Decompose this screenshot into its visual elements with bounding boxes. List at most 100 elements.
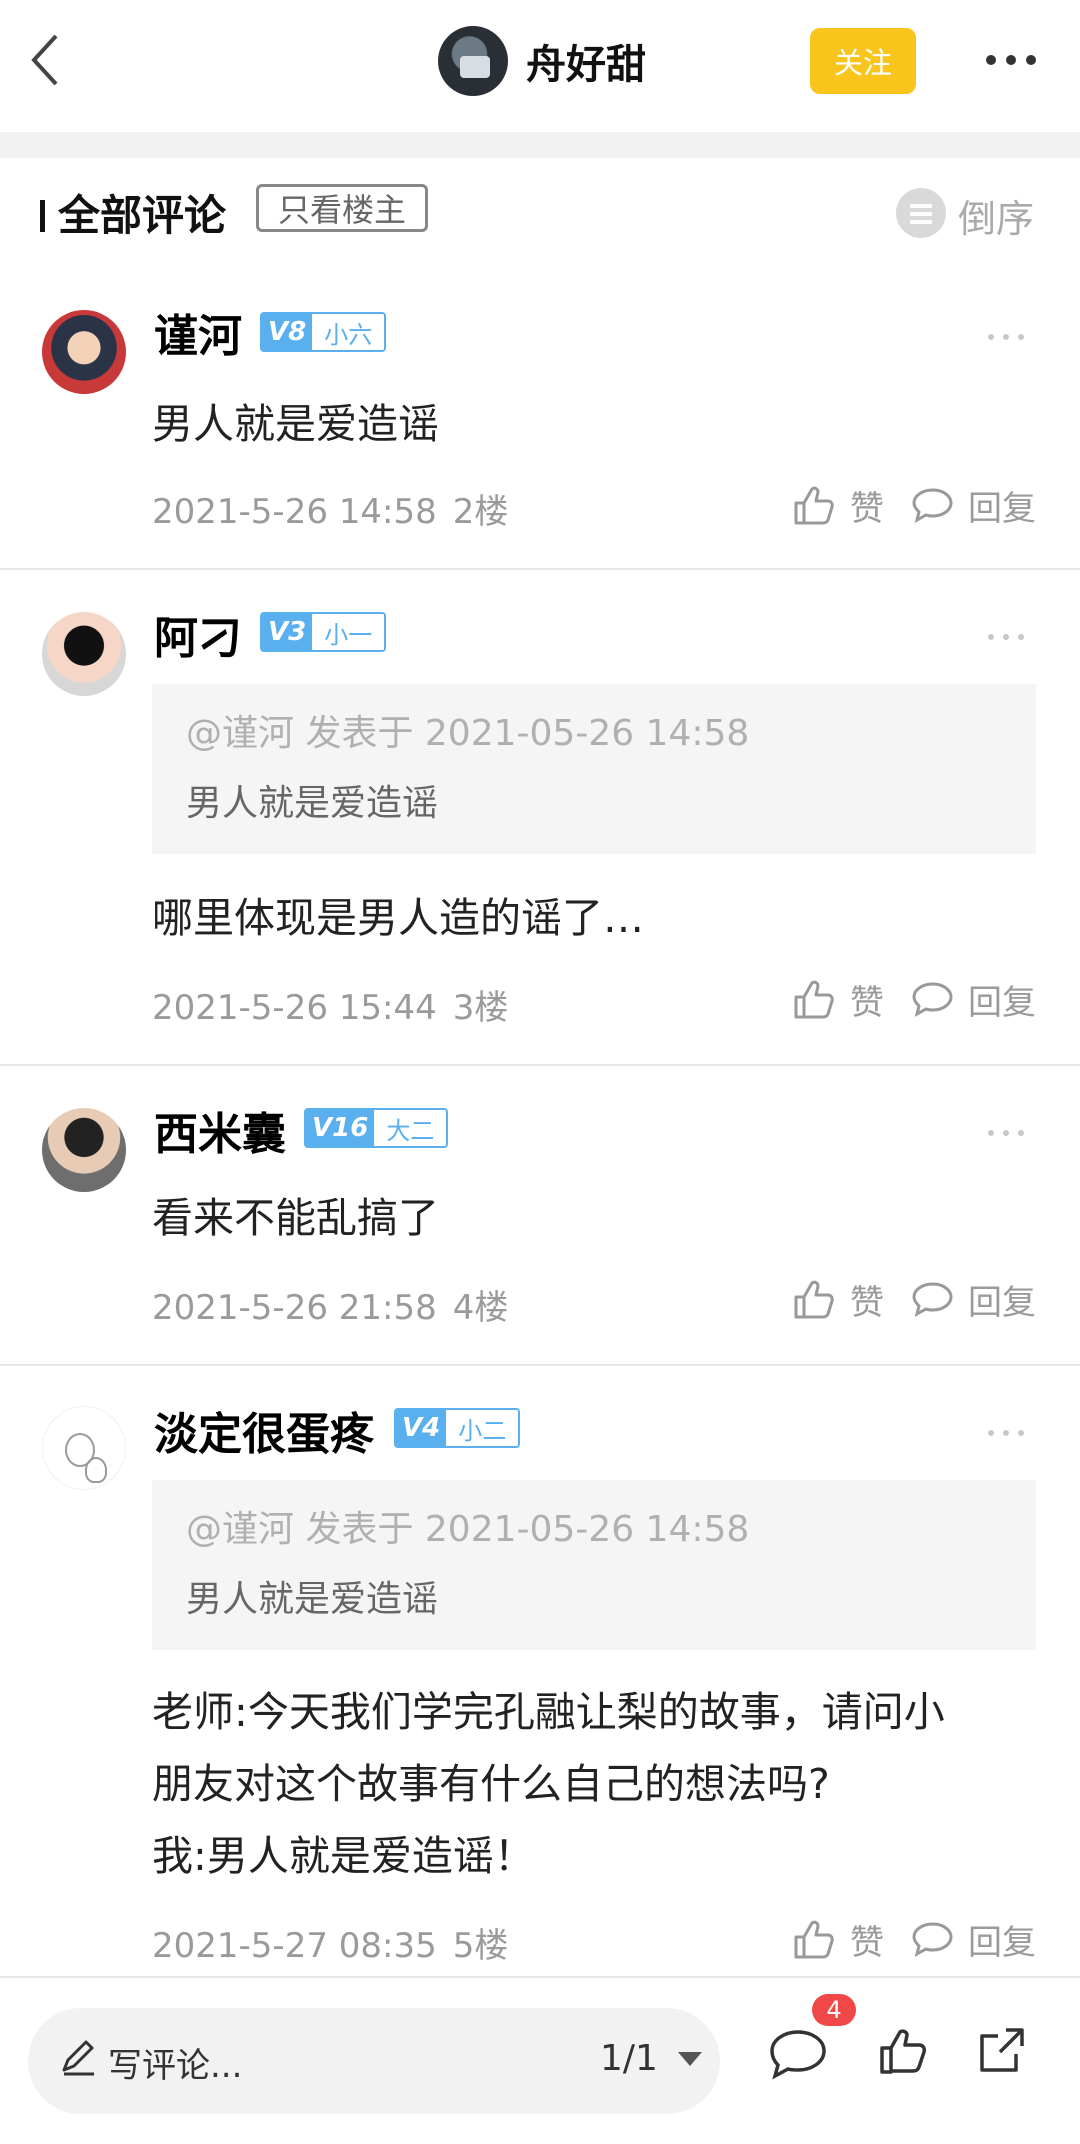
reply-bubble-icon [912, 982, 953, 1017]
floor-number: 2楼 [452, 492, 509, 532]
reply-button[interactable]: 回复 [912, 974, 1036, 1024]
reply-label: 回复 [968, 1922, 1036, 1963]
owner-only-button[interactable]: 只看楼主 [256, 184, 428, 232]
reply-label: 回复 [968, 982, 1036, 1023]
username[interactable]: 谨河 [154, 300, 242, 364]
like-label: 赞 [850, 1282, 884, 1323]
like-button[interactable]: 赞 [792, 1274, 884, 1324]
author-name: 舟好甜 [526, 42, 646, 88]
back-arrow-icon[interactable] [26, 30, 66, 90]
comment-content-line: 老师:今天我们学完孔融让梨的故事，请问小 [152, 1688, 945, 1736]
rank-label: 小二 [446, 1410, 519, 1446]
comment-time: 2021-5-27 08:35 [152, 1926, 437, 1966]
thumbs-up-icon [794, 980, 834, 1019]
comment-meta: 2021-5-26 15:44 3楼 [152, 980, 508, 1029]
thumbs-up-icon [794, 486, 834, 525]
comment-item: 谨河 V8 小六 男人就是爱造谣 2021-5-26 14:58 2楼 赞 回复 [0, 268, 1080, 568]
quoted-comment[interactable]: @谨河 发表于 2021-05-26 14:58 男人就是爱造谣 [152, 1480, 1036, 1650]
comments-icon[interactable] [768, 2028, 828, 2080]
like-button[interactable]: 赞 [792, 974, 884, 1024]
pencil-icon [62, 2040, 94, 2076]
like-label: 赞 [850, 982, 884, 1023]
reply-bubble-icon [912, 1282, 953, 1317]
comment-count-badge: 4 [812, 1994, 856, 2026]
reply-bubble-icon [912, 1922, 953, 1957]
reply-button[interactable]: 回复 [912, 480, 1036, 530]
avatar[interactable] [42, 612, 126, 696]
quote-meta: @谨河 发表于 2021-05-26 14:58 [186, 713, 750, 754]
bottom-bar: 写评论... 1/1 4 [0, 1976, 1080, 2144]
comment-meta: 2021-5-26 21:58 4楼 [152, 1280, 508, 1329]
avatar[interactable] [42, 310, 126, 394]
like-label: 赞 [850, 1922, 884, 1963]
rank-label: 小六 [312, 314, 385, 350]
level-number: V3 [262, 614, 313, 650]
comment-content-line: 朋友对这个故事有什么自己的想法吗? [152, 1760, 830, 1808]
level-number: V8 [262, 314, 313, 350]
sort-icon[interactable] [896, 188, 946, 238]
comment-more-icon[interactable] [988, 1430, 1024, 1438]
comment-content-line: 我:男人就是爱造谣！ [152, 1832, 535, 1880]
quoted-comment[interactable]: @谨河 发表于 2021-05-26 14:58 男人就是爱造谣 [152, 684, 1036, 854]
like-button[interactable]: 赞 [792, 1914, 884, 1964]
level-number: V16 [306, 1110, 375, 1146]
more-options-icon[interactable] [986, 52, 1036, 68]
rank-label: 大二 [374, 1110, 447, 1146]
reply-bubble-icon [912, 488, 953, 523]
level-badge: V3 小一 [260, 612, 387, 652]
comment-more-icon[interactable] [988, 1130, 1024, 1138]
author-info[interactable]: 舟好甜 [438, 24, 646, 98]
like-label: 赞 [850, 488, 884, 529]
avatar[interactable] [42, 1108, 126, 1192]
header-accent-bar [40, 200, 45, 232]
thumbs-up-icon[interactable] [878, 2026, 928, 2076]
username[interactable]: 西米囊 [154, 1098, 286, 1162]
comment-time: 2021-5-26 14:58 [152, 492, 437, 532]
reply-button[interactable]: 回复 [912, 1914, 1036, 1964]
comment-meta: 2021-5-27 08:35 5楼 [152, 1918, 508, 1967]
comment-more-icon[interactable] [988, 334, 1024, 342]
comment-item: 淡定很蛋疼 V4 小二 @谨河 发表于 2021-05-26 14:58 男人就… [0, 1366, 1080, 1976]
thumbs-up-icon [794, 1920, 834, 1959]
chevron-down-icon[interactable] [678, 2052, 702, 2066]
comment-meta: 2021-5-26 14:58 2楼 [152, 484, 508, 533]
floor-number: 3楼 [452, 988, 509, 1028]
comment-time: 2021-5-26 15:44 [152, 988, 437, 1028]
quote-text: 男人就是爱造谣 [186, 783, 439, 824]
share-icon[interactable] [976, 2024, 1028, 2076]
level-badge: V16 大二 [304, 1108, 449, 1148]
comment-content: 看来不能乱搞了 [152, 1194, 439, 1242]
rank-label: 小一 [312, 614, 385, 650]
comment-item: 阿刁 V3 小一 @谨河 发表于 2021-05-26 14:58 男人就是爱造… [0, 570, 1080, 1064]
like-button[interactable]: 赞 [792, 480, 884, 530]
username[interactable]: 淡定很蛋疼 [154, 1398, 374, 1462]
comment-content: 哪里体现是男人造的谣了… [152, 894, 644, 942]
username[interactable]: 阿刁 [154, 602, 242, 666]
quote-text: 男人就是爱造谣 [186, 1579, 439, 1620]
top-bar: 舟好甜 关注 [0, 0, 1080, 132]
comment-item: 西米囊 V16 大二 看来不能乱搞了 2021-5-26 21:58 4楼 赞 回… [0, 1066, 1080, 1364]
all-comments-title: 全部评论 [58, 191, 227, 240]
level-number: V4 [396, 1410, 447, 1446]
comment-time: 2021-5-26 21:58 [152, 1288, 437, 1328]
avatar[interactable] [42, 1406, 126, 1490]
author-avatar[interactable] [438, 26, 508, 96]
write-comment-input[interactable]: 写评论... 1/1 [28, 2008, 720, 2114]
reply-label: 回复 [968, 1282, 1036, 1323]
quote-meta: @谨河 发表于 2021-05-26 14:58 [186, 1509, 750, 1550]
level-badge: V8 小六 [260, 312, 387, 352]
level-badge: V4 小二 [394, 1408, 521, 1448]
section-separator [0, 132, 1080, 158]
comment-placeholder: 写评论... [108, 2046, 243, 2086]
thumbs-up-icon [794, 1280, 834, 1319]
reply-button[interactable]: 回复 [912, 1274, 1036, 1324]
reply-label: 回复 [968, 488, 1036, 529]
comment-content: 男人就是爱造谣 [152, 400, 439, 448]
comment-more-icon[interactable] [988, 634, 1024, 642]
floor-number: 5楼 [452, 1926, 509, 1966]
comments-header: 全部评论 只看楼主 倒序 [0, 158, 1080, 268]
follow-button[interactable]: 关注 [810, 28, 916, 94]
floor-number: 4楼 [452, 1288, 509, 1328]
sort-order-button[interactable]: 倒序 [958, 188, 1034, 243]
page-indicator[interactable]: 1/1 [600, 2038, 658, 2079]
